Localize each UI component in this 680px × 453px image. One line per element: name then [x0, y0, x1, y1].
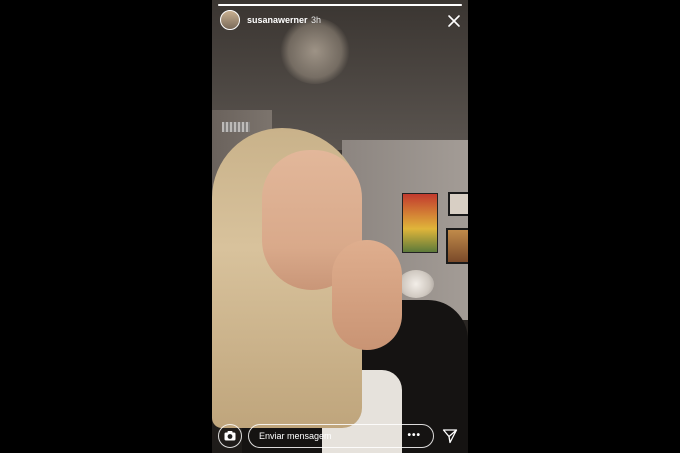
person-hand	[332, 240, 402, 350]
more-options-icon[interactable]: •••	[407, 430, 421, 441]
air-vent	[222, 122, 250, 132]
picture-frame	[448, 192, 468, 216]
message-placeholder: Enviar mensagem	[259, 431, 332, 441]
username[interactable]: susanawerner	[247, 15, 308, 25]
camera-icon	[224, 431, 236, 441]
story-progress-bar	[218, 4, 462, 6]
story-viewer[interactable]: susanawerner 3h Enviar mensagem •••	[212, 0, 468, 453]
story-timestamp: 3h	[311, 15, 322, 25]
camera-button[interactable]	[218, 424, 242, 448]
lamp	[398, 270, 434, 298]
story-progress-fill	[218, 4, 462, 6]
light-bokeh	[280, 18, 350, 84]
picture-frame	[446, 228, 468, 264]
message-input[interactable]: Enviar mensagem •••	[248, 424, 434, 448]
close-icon[interactable]	[446, 13, 462, 29]
wall-poster	[402, 193, 438, 253]
avatar[interactable]	[220, 10, 240, 30]
send-icon[interactable]	[442, 428, 458, 444]
